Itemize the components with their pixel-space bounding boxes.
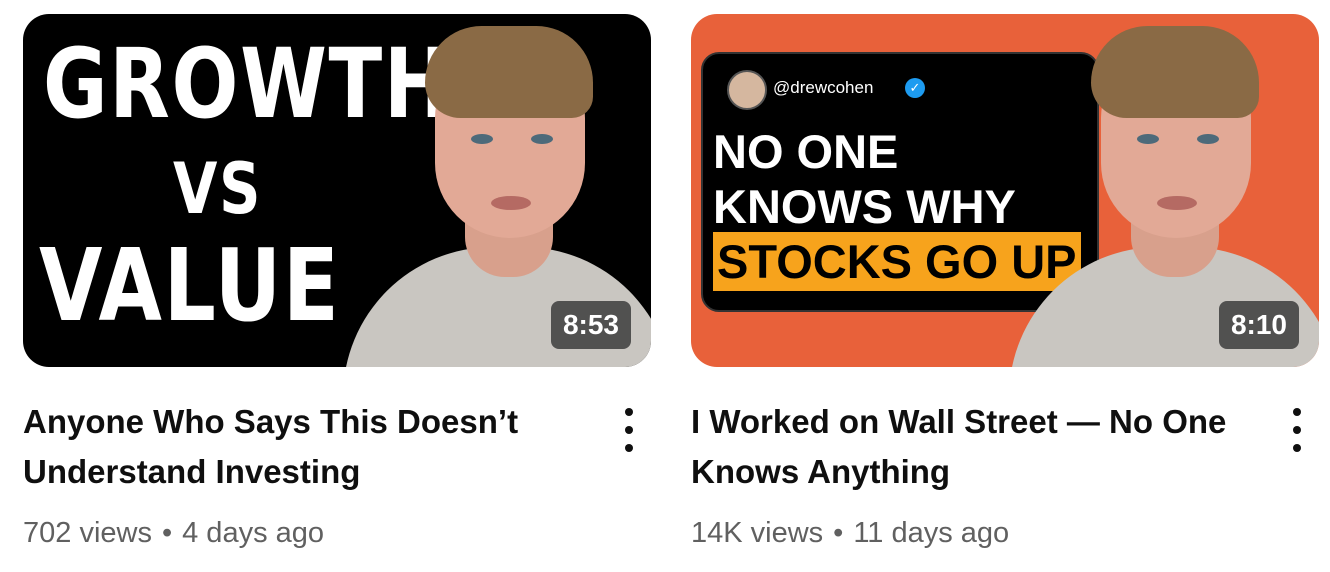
upload-age: 11 days ago — [853, 517, 1010, 549]
video-title[interactable]: Anyone Who Says This Doesn’t Understand … — [23, 397, 563, 497]
view-count: 702 views — [23, 517, 152, 549]
separator: • — [161, 517, 173, 549]
thumbnail-text: NO ONE — [713, 125, 899, 178]
duration-badge: 8:10 — [1218, 301, 1299, 349]
view-count: 14K views — [691, 517, 824, 549]
video-card[interactable]: GROWTH VS VALUE 8:53 Anyone Who Says Thi… — [23, 14, 651, 550]
separator: • — [833, 517, 844, 549]
avatar — [727, 70, 767, 110]
video-title[interactable]: I Worked on Wall Street — No One Knows A… — [691, 397, 1231, 497]
verified-badge-icon: ✓ — [905, 78, 925, 98]
more-vert-icon[interactable] — [619, 408, 639, 452]
video-metadata: 702 views • 4 days ago — [23, 517, 651, 550]
tweet-handle: @drewcohen — [773, 78, 874, 97]
video-thumbnail[interactable]: GROWTH VS VALUE 8:53 — [23, 14, 651, 367]
thumbnail-text: KNOWS WHY — [713, 180, 1016, 233]
duration-badge: 8:53 — [550, 301, 631, 349]
video-card[interactable]: @drewcohen ✓ NO ONE KNOWS WHY STOCKS GO … — [691, 14, 1319, 550]
thumbnail-text: VALUE — [39, 227, 341, 344]
upload-age: 4 days ago — [182, 517, 325, 549]
video-thumbnail[interactable]: @drewcohen ✓ NO ONE KNOWS WHY STOCKS GO … — [691, 14, 1319, 367]
video-metadata: 14K views • 11 days ago — [691, 517, 1319, 550]
more-vert-icon[interactable] — [1287, 408, 1307, 452]
thumbnail-text: VS — [173, 148, 263, 230]
